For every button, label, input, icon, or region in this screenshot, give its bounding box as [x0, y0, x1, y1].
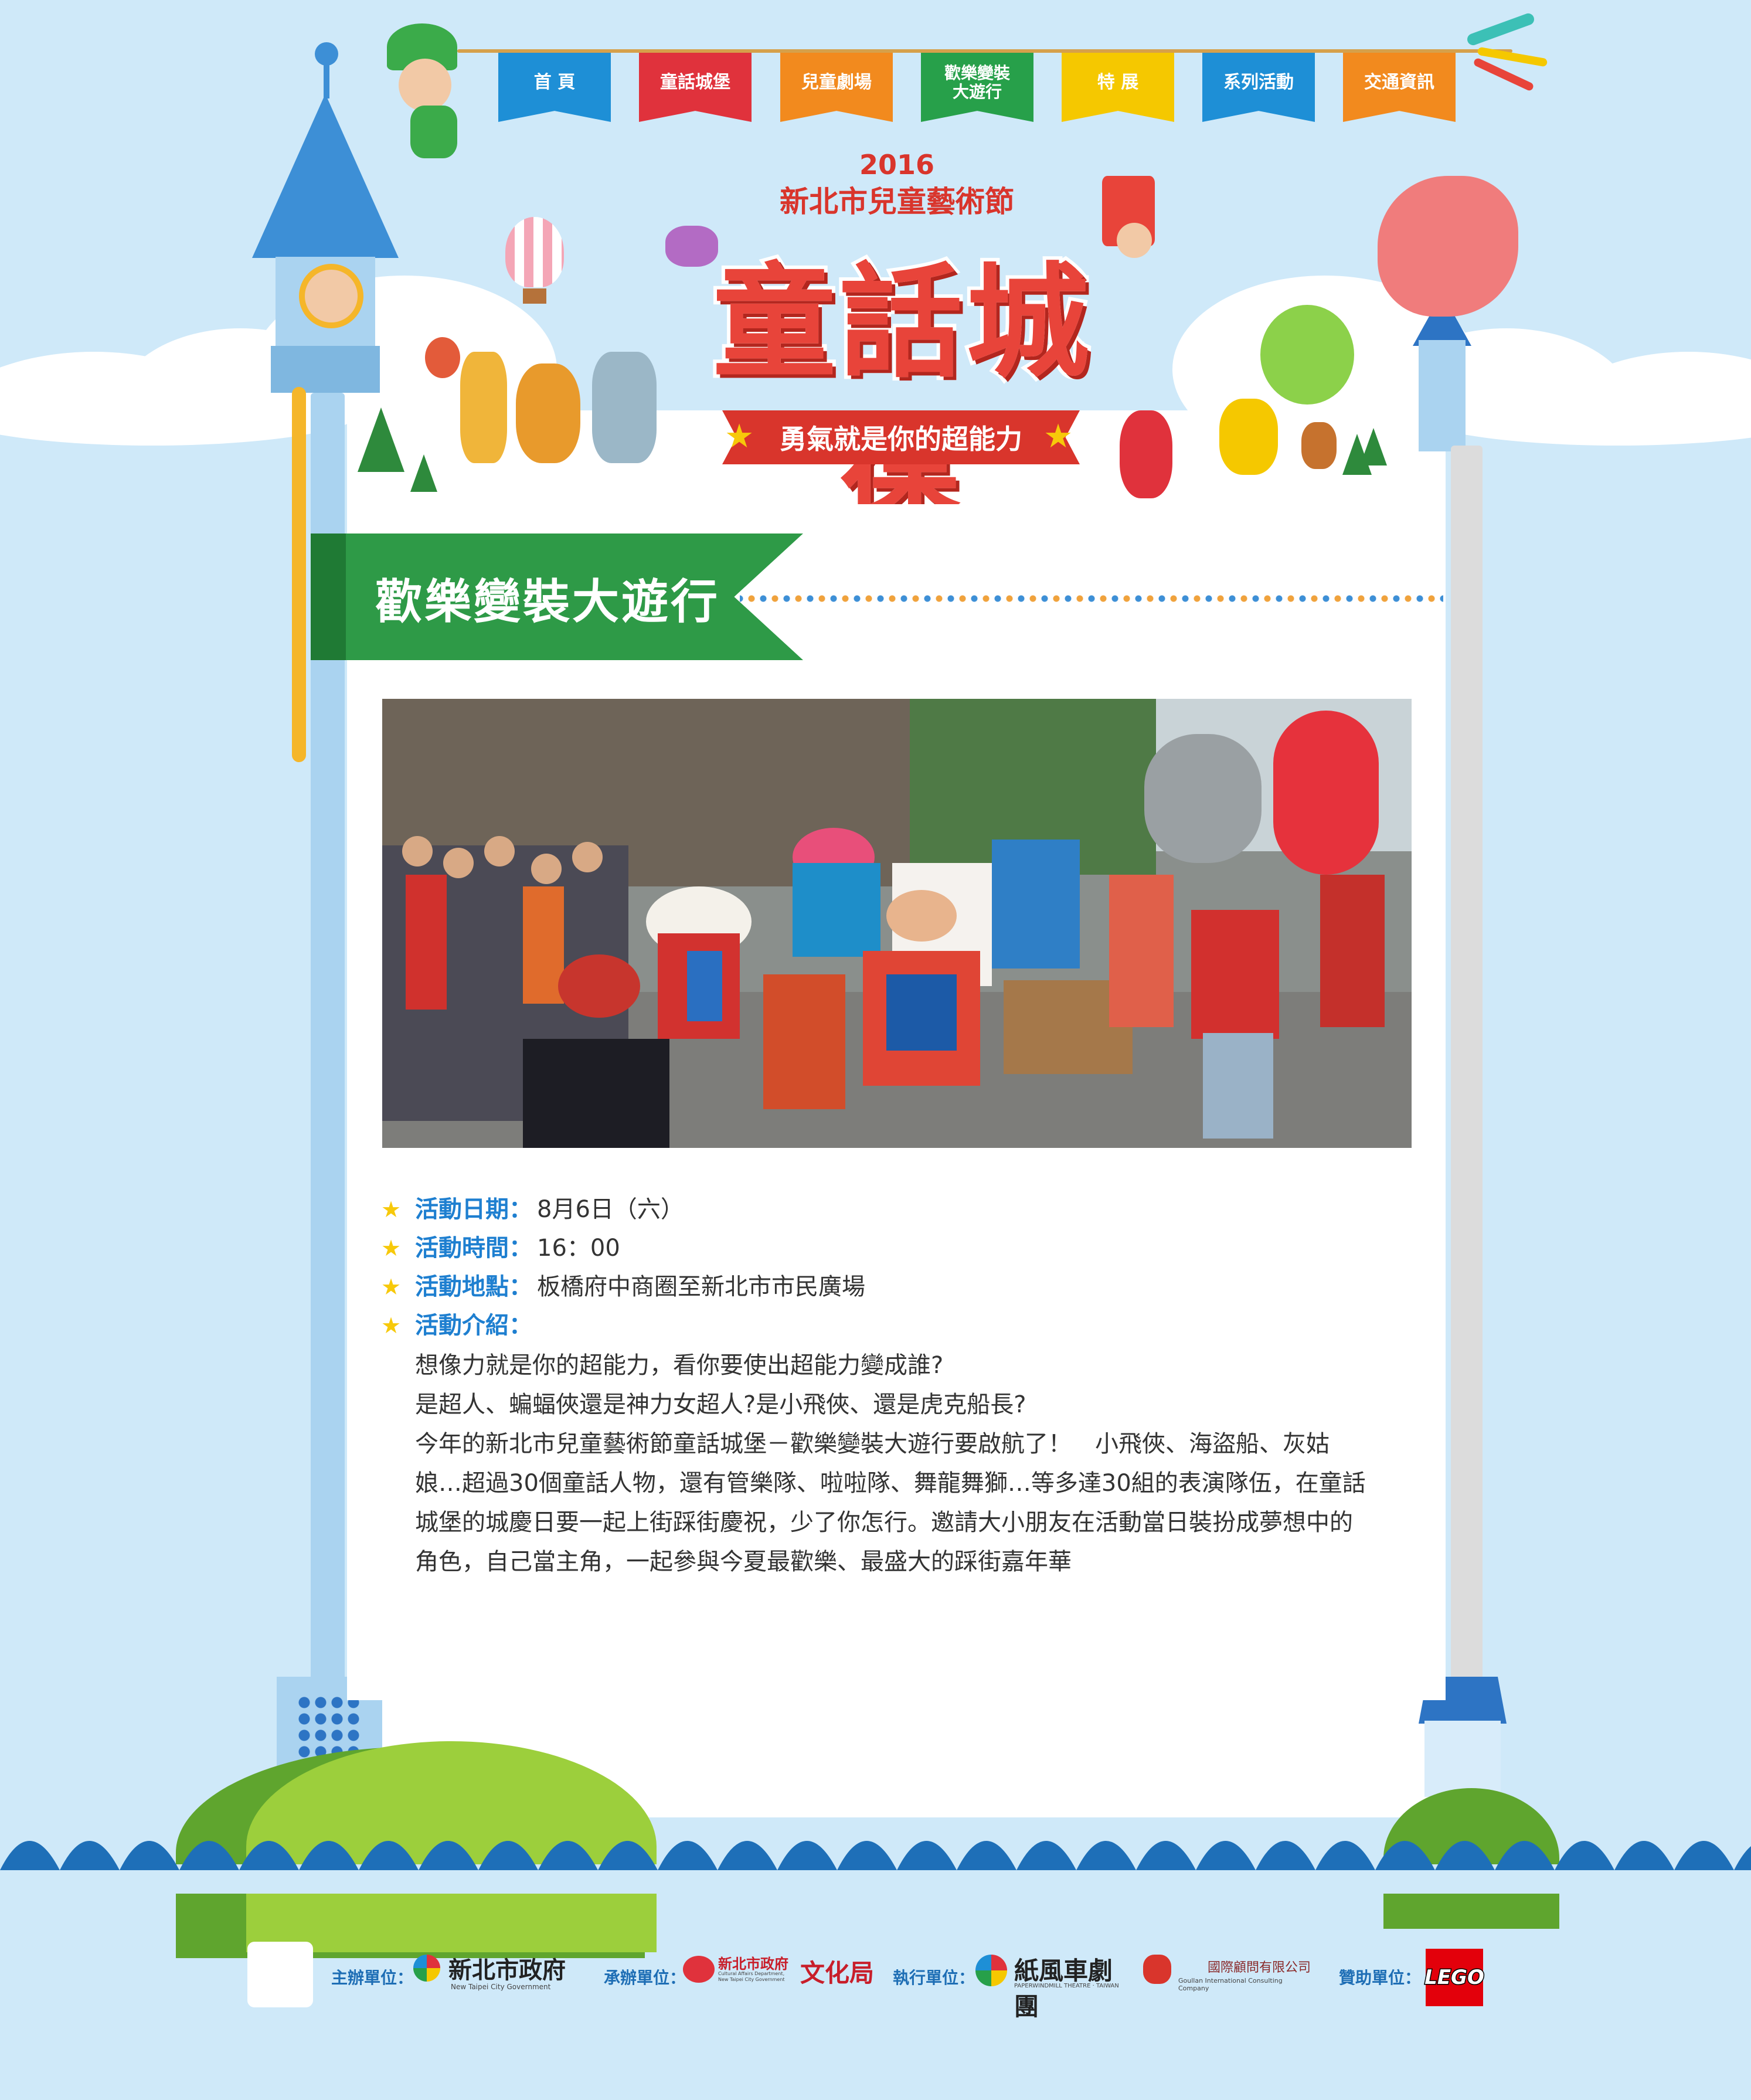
event-intro-row: ★ 活動介紹：: [381, 1306, 1413, 1345]
dotted-divider: [740, 593, 1443, 604]
section-title: 歡樂變裝大遊行: [375, 575, 720, 629]
event-place-label: 活動地點：: [415, 1273, 532, 1300]
executor2-subtitle: Goullan International Consulting Company: [1178, 1977, 1283, 1992]
star-icon: ★: [381, 1313, 402, 1338]
nav-series-events[interactable]: 系列活動: [1202, 53, 1315, 122]
nav-special-exhibition[interactable]: 特 展: [1062, 53, 1174, 122]
event-date-row: ★ 活動日期： 8月6日（六）: [381, 1190, 1413, 1229]
festival-name: 新北市兒童藝術節: [780, 185, 1014, 219]
event-time-label: 活動時間：: [415, 1235, 532, 1262]
event-time-value: 16：00: [537, 1235, 620, 1262]
lego-logo: LEGO: [1424, 1949, 1485, 2006]
star-icon: ★: [381, 1274, 402, 1300]
executor-logo: 紙風車劇團 PAPERWINDMILL THEATRE · TAIWAN: [975, 1950, 1128, 2021]
event-intro-label: 活動介紹：: [415, 1312, 532, 1339]
nav-children-theater[interactable]: 兒童劇場: [780, 53, 893, 122]
nav-traffic-info[interactable]: 交通資訊: [1343, 53, 1456, 122]
event-place-value: 板橋府中商圈至新北市市民廣場: [537, 1273, 865, 1300]
star-icon: ★: [381, 1197, 402, 1222]
festival-year: 2016: [859, 149, 935, 181]
sponsor-label: 贊助單位：: [1339, 1968, 1422, 1987]
organizer-logo: 新北市政府 New Taipei City Government: [413, 1950, 613, 1997]
star-icon: ★: [725, 417, 754, 456]
nav-fairy-castle[interactable]: 童話城堡: [639, 53, 752, 122]
executor2-logo: 國際顧問有限公司 Goullan International Consultin…: [1143, 1950, 1313, 1997]
coorganizer-dept: 文化局: [800, 1959, 875, 1987]
nav-costume-parade[interactable]: 歡樂變裝大遊行: [921, 53, 1033, 122]
description-line: 是超人、蝙蝠俠還是神力女超人?是小飛俠、還是虎克船長?: [415, 1391, 1026, 1418]
event-date-value: 8月6日（六）: [537, 1196, 684, 1223]
executor-label: 執行單位：: [893, 1968, 975, 1987]
organizer-subtitle: New Taipei City Government: [451, 1983, 551, 1991]
coorganizer-name: 新北市政府: [718, 1956, 788, 1972]
description-line: 今年的新北市兒童藝術節童話城堡－歡樂變裝大遊行要啟航了！ 小飛俠、海盜船、灰姑: [415, 1430, 1330, 1457]
event-description: 想像力就是你的超能力，看你要使出超能力變成誰? 是超人、蝙蝠俠還是神力女超人?是…: [415, 1346, 1412, 1582]
event-place-row: ★ 活動地點： 板橋府中商圈至新北市市民廣場: [381, 1268, 1413, 1306]
description-line: 娘…超過30個童話人物，還有管樂隊、啦啦隊、舞龍舞獅…等多達30組的表演隊伍，在…: [415, 1470, 1366, 1497]
nav-rope: [457, 49, 1512, 53]
ntpc-emblem-icon: [413, 1955, 440, 1982]
event-date-label: 活動日期：: [415, 1196, 532, 1223]
executor-subtitle: PAPERWINDMILL THEATRE · TAIWAN: [1014, 1983, 1119, 1989]
section-banner-edge: [311, 534, 346, 660]
slogan-ribbon: 勇氣就是你的超能力: [722, 410, 1080, 464]
coorganizer-subtitle: Cultural Affairs Department, New Taipei …: [718, 1971, 785, 1982]
organizer-name: 新北市政府: [448, 1956, 566, 1984]
executor2-name: 國際顧問有限公司: [1208, 1960, 1311, 1975]
pinwheel-icon: [975, 1955, 1007, 1986]
coorganizer-label: 承辦單位：: [604, 1968, 686, 1987]
slogan-text: 勇氣就是你的超能力: [780, 423, 1022, 455]
description-line: 城堡的城慶日要一起上街踩街慶祝，少了你怎行。邀請大小朋友在活動當日裝扮成夢想中的: [415, 1509, 1353, 1536]
nav-home[interactable]: 首 頁: [498, 53, 611, 122]
event-time-row: ★ 活動時間： 16：00: [381, 1229, 1413, 1268]
footer-blank-box: [247, 1942, 313, 2007]
event-info: ★ 活動日期： 8月6日（六） ★ 活動時間： 16：00 ★ 活動地點： 板橋…: [381, 1190, 1413, 1345]
coorganizer-logo: 新北市政府 Cultural Affairs Department, New T…: [683, 1950, 876, 1997]
goullan-logo-icon: [1143, 1955, 1171, 1984]
cultural-affairs-icon: [683, 1956, 715, 1983]
organizer-label: 主辦單位：: [331, 1968, 414, 1987]
sponsor-name: LEGO: [1424, 1965, 1485, 1990]
parade-photo: [382, 699, 1412, 1148]
star-icon: ★: [381, 1235, 402, 1261]
description-line: 角色，自己當主角，一起參與今夏最歡樂、最盛大的踩街嘉年華: [415, 1548, 1072, 1575]
description-line: 想像力就是你的超能力，看你要使出超能力變成誰?: [415, 1352, 944, 1379]
star-icon: ★: [1043, 417, 1073, 456]
